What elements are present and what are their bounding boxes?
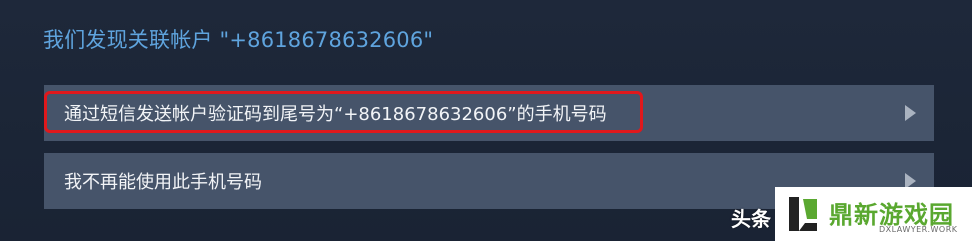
- site-logo: 鼎新游戏园 DXLAWYER.WORK: [775, 187, 972, 241]
- page-title: 我们发现关联帐户 "+8618678632606": [43, 28, 434, 52]
- watermark-text: 头条: [731, 207, 771, 231]
- send-sms-code-option[interactable]: 通过短信发送帐户验证码到尾号为“+8618678632606”的手机号码: [44, 85, 934, 141]
- logo-subtitle: DXLAWYER.WORK: [879, 225, 958, 234]
- cannot-use-phone-label: 我不再能使用此手机号码: [64, 172, 262, 193]
- send-sms-code-label: 通过短信发送帐户验证码到尾号为“+8618678632606”的手机号码: [64, 104, 607, 125]
- chevron-right-icon: [905, 105, 916, 121]
- logo-mark-icon: [785, 193, 821, 235]
